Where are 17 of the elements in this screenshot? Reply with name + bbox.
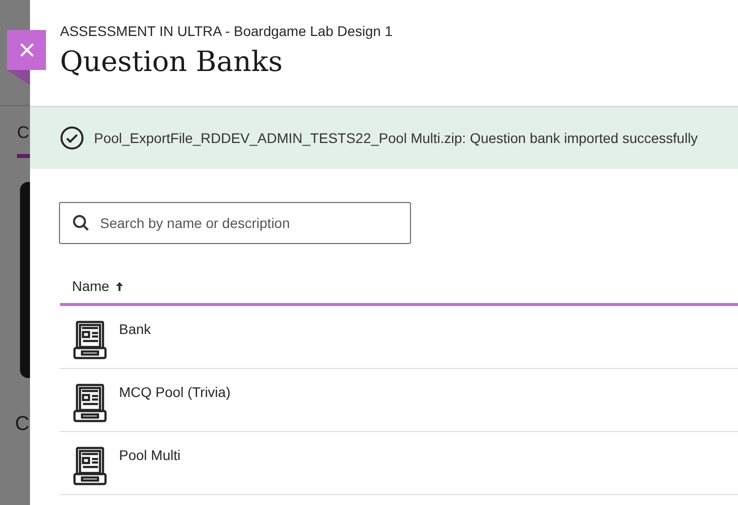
bank-name[interactable]: Bank xyxy=(119,319,151,340)
heading: C xyxy=(15,412,30,436)
close-button[interactable] xyxy=(7,30,46,70)
ribbon-fold xyxy=(7,70,30,85)
page-title: Question Banks xyxy=(60,44,284,80)
breadcrumb: ASSESSMENT IN ULTRA - Boardgame Lab Design 1 xyxy=(60,22,394,40)
question-bank-icon xyxy=(73,320,107,360)
close-icon xyxy=(20,43,34,57)
search-icon xyxy=(72,214,90,232)
search-field[interactable]: Search by name or description xyxy=(59,202,411,244)
name-column-header[interactable]: Name xyxy=(72,276,110,297)
bank-name[interactable]: Pool Multi xyxy=(119,445,180,466)
check-circle-icon xyxy=(60,126,84,150)
bank-name[interactable]: MCQ Pool (Trivia) xyxy=(119,382,230,403)
banner-message: Pool_ExportFile_RDDEV_ADMIN_TESTS22_Pool Multi.zip: Question bank imported successfully xyxy=(94,128,698,148)
question-bank-icon xyxy=(73,383,107,423)
question-bank-icon xyxy=(73,446,107,486)
